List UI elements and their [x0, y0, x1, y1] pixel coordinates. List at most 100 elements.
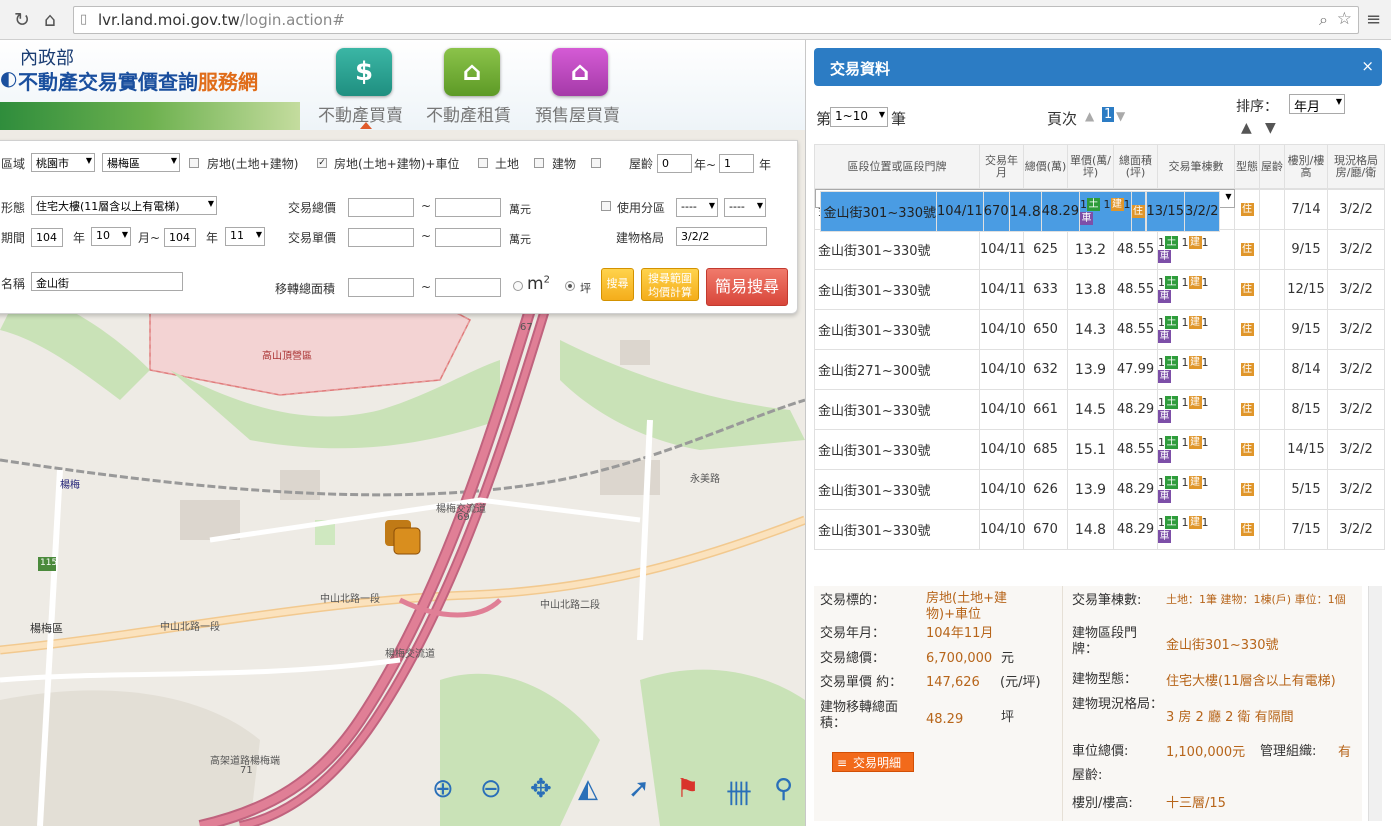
- year-from-input[interactable]: 104: [31, 228, 63, 247]
- easy-search-button[interactable]: 簡易搜尋: [706, 268, 788, 306]
- cell-count: 1土 1建1車: [1157, 389, 1235, 430]
- city-select[interactable]: 桃園市: [31, 153, 95, 172]
- page-down-icon[interactable]: ▼: [1116, 109, 1125, 123]
- header-total[interactable]: 總價(萬): [1023, 144, 1068, 189]
- sort-desc-icon[interactable]: ▼: [1265, 120, 1276, 136]
- header-area[interactable]: 總面積(坪): [1113, 144, 1158, 189]
- table-row[interactable]: 金山街301~330號 104/10 685 15.1 48.55 1 土 1 建 1 車住 14/…: [814, 429, 1385, 470]
- detail-button[interactable]: ≡ 交易明細: [832, 752, 914, 772]
- select-icon[interactable]: ➚: [628, 774, 650, 804]
- year-from-text: 年: [73, 231, 86, 245]
- cell-area: 48.55: [1113, 309, 1158, 350]
- parking-badge: 車: [1158, 330, 1171, 343]
- table-row[interactable]: 金山街301~330號 104/10 661 14.5 48.29 1 土 1 建 1 車住 8/1…: [814, 389, 1385, 430]
- measure-area-icon[interactable]: ◭: [578, 774, 598, 804]
- table-row[interactable]: 金山街271~300號 104/10 632 13.9 47.99 1 土 1 建 1 車住 8/1…: [814, 349, 1385, 390]
- checkbox-use-zone[interactable]: [601, 201, 611, 211]
- zone-select-a[interactable]: ----: [676, 198, 718, 217]
- star-icon[interactable]: ☆: [1337, 9, 1352, 29]
- zone-select-b[interactable]: ----: [724, 198, 766, 217]
- name-input[interactable]: 金山街: [31, 272, 183, 291]
- month-to-select[interactable]: 11: [225, 227, 265, 246]
- area-from[interactable]: [348, 278, 414, 297]
- page-number[interactable]: 1: [1102, 107, 1115, 122]
- radio-ping[interactable]: [565, 281, 575, 291]
- nav-rent-icon[interactable]: ⌂: [444, 48, 500, 96]
- table-row[interactable]: 金山街301~330號 104/11 633 13.8 48.55 1 土 1 建 1 車住 12/…: [814, 269, 1385, 310]
- record-range-select[interactable]: 1~10: [830, 107, 888, 127]
- cell-type: 住: [1234, 269, 1260, 310]
- cell-floor: 9/15: [1284, 309, 1328, 350]
- header-count[interactable]: 交易筆棟數: [1157, 144, 1235, 189]
- count-car-num: 1: [1201, 475, 1209, 489]
- cell-location: 金山街301~330號: [814, 469, 980, 510]
- cell-ym: 104/11: [979, 269, 1026, 310]
- nav-presale-icon[interactable]: ⌂: [552, 48, 608, 96]
- zoom-out-icon[interactable]: ⊖: [480, 774, 502, 804]
- unit-m2-label: m2: [527, 274, 550, 294]
- residential-badge: 住: [1240, 203, 1254, 216]
- nav-presale[interactable]: 預售屋買賣: [535, 101, 620, 126]
- table-row[interactable]: 金山街301~330號 104/11 625 13.2 48.55 1 土 1 建 1 車住 9/1…: [814, 229, 1385, 270]
- search-button[interactable]: 搜尋: [601, 268, 634, 301]
- radio-m2[interactable]: [513, 281, 523, 291]
- address-bar[interactable]: ▯ lvr.land.moi.gov.tw/login.action# ⌕ ☆: [73, 6, 1359, 34]
- label-building: 建物: [552, 157, 577, 171]
- cell-location: 金山街271~300號: [814, 349, 980, 390]
- home-icon[interactable]: ⌂: [44, 9, 56, 31]
- zoom-in-icon[interactable]: ⊕: [432, 774, 454, 804]
- header-layout[interactable]: 現況格局房/廳/衛: [1327, 144, 1385, 189]
- nav-rent[interactable]: 不動產租賃: [426, 101, 511, 126]
- count-land-num: 1: [1158, 275, 1165, 289]
- page-up-icon[interactable]: ▲: [1085, 109, 1094, 123]
- count-land-num: 1: [1158, 235, 1165, 249]
- total-price-from[interactable]: [348, 198, 414, 217]
- age-from-input[interactable]: 0: [657, 154, 692, 173]
- layout-input[interactable]: 3/2/2: [676, 227, 767, 246]
- reload-icon[interactable]: ↻: [14, 9, 30, 31]
- checkbox-land-building[interactable]: [189, 158, 199, 168]
- header-ym[interactable]: 交易年月: [979, 144, 1024, 189]
- table-row[interactable]: 金山街301~330號 104/10 626 13.9 48.29 1 土 1 建 1 車住 5/1…: [814, 469, 1385, 510]
- menu-icon[interactable]: ≡: [1366, 9, 1381, 31]
- table-row[interactable]: 金山街301~330號 104/11 670 14.8 48.29 1 土 1 建 1 車住 13/…: [814, 189, 1235, 232]
- month-from-select[interactable]: 10: [91, 227, 131, 246]
- map-label-hwy67: 67: [520, 322, 533, 333]
- header-floor[interactable]: 樓別/樓高: [1284, 144, 1328, 189]
- age-to-input[interactable]: 1: [719, 154, 754, 173]
- header-location[interactable]: 區段位置或區段門牌: [814, 144, 980, 189]
- type-select[interactable]: 住宅大樓(11層含以上有電梯): [31, 196, 217, 215]
- year-to-input[interactable]: 104: [164, 228, 196, 247]
- checkbox-building[interactable]: [534, 158, 544, 168]
- cell-location: 金山街301~330號: [814, 269, 980, 310]
- unit-price-from[interactable]: [348, 228, 414, 247]
- area-to[interactable]: [435, 278, 501, 297]
- header-unit[interactable]: 單價(萬/坪): [1067, 144, 1114, 189]
- district-select[interactable]: 楊梅區: [102, 153, 180, 172]
- cell-area: 48.29: [1113, 509, 1158, 550]
- zoom-icon[interactable]: ⌕: [1319, 10, 1328, 30]
- page-suffix: 筆: [891, 110, 907, 128]
- pan-icon[interactable]: ✥: [530, 774, 552, 804]
- pin-icon[interactable]: ⚑: [676, 774, 699, 804]
- cell-age: [1259, 269, 1285, 310]
- checkbox-land[interactable]: [478, 158, 488, 168]
- table-row[interactable]: 金山街301~330號 104/10 650 14.3 48.55 1 土 1 建 1 車住 9/1…: [814, 309, 1385, 350]
- header-age[interactable]: 屋齡: [1259, 144, 1285, 189]
- sort-asc-icon[interactable]: ▲: [1241, 120, 1252, 136]
- table-row[interactable]: 金山街301~330號 104/10 670 14.8 48.29 1 土 1 建 1 車住 7/1…: [814, 509, 1385, 550]
- nav-sale-icon[interactable]: $: [336, 48, 392, 96]
- total-price-to[interactable]: [435, 198, 501, 217]
- range-calc-button[interactable]: 搜尋範圍 均價計算: [641, 268, 699, 301]
- detail-scrollbar[interactable]: [1368, 586, 1382, 821]
- close-icon[interactable]: ×: [1361, 57, 1374, 75]
- checkbox-land-building-parking[interactable]: ✓: [317, 158, 327, 168]
- location-icon[interactable]: ⚲: [774, 774, 793, 804]
- header-type[interactable]: 型態: [1234, 144, 1260, 189]
- grid-icon[interactable]: 卌: [726, 774, 752, 811]
- page-label: 頁次: [1047, 110, 1078, 128]
- checkbox-extra[interactable]: [591, 158, 601, 168]
- unit-price-to[interactable]: [435, 228, 501, 247]
- sort-select[interactable]: 年月: [1289, 94, 1345, 115]
- detail-ym-value: 104年11月: [926, 626, 994, 641]
